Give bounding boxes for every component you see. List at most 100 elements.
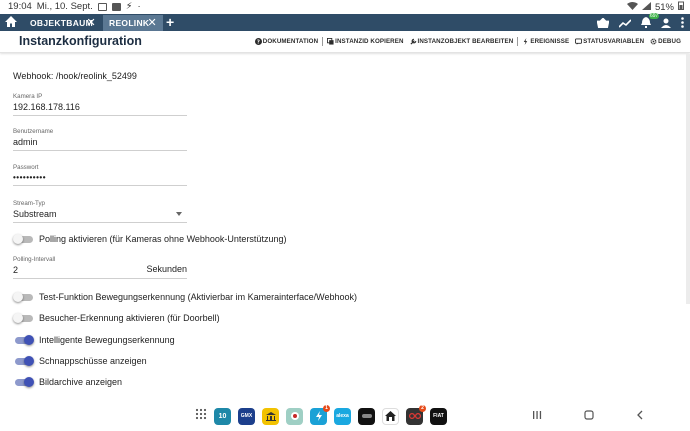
polling-toggle-row[interactable]: Polling aktivieren (für Kameras ohne Web… <box>13 233 286 245</box>
state-variables-button[interactable]: STATUSVARIABLEN <box>572 38 647 45</box>
username-field[interactable]: Benutzername admin <box>13 128 187 151</box>
events-button[interactable]: EREIGNISSE <box>519 38 572 45</box>
fiat-label: FIAT <box>433 413 444 419</box>
divider <box>322 37 324 46</box>
gmx-app-icon[interactable]: GMX <box>238 407 255 425</box>
toggle-label: Intelligente Bewegungserkennung <box>39 335 175 345</box>
header-actions: ? DOKUMENTATION INSTANZID KOPIEREN INSTA… <box>252 37 684 46</box>
camera-app-icon[interactable] <box>286 407 303 425</box>
interval-unit: Sekunden <box>146 264 187 274</box>
more-dots-icon: · <box>137 1 141 12</box>
message-icon <box>575 38 583 45</box>
svg-text:?: ? <box>257 40 260 45</box>
alexa-app-icon[interactable]: alexa <box>334 407 351 425</box>
app-drawer-icon[interactable] <box>195 407 207 425</box>
wifi-icon <box>626 1 638 13</box>
webhook-info: Webhook: /hook/reolink_52499 <box>13 71 137 81</box>
camera-ip-input[interactable]: 192.168.178.116 <box>13 102 187 115</box>
field-label: Passwort <box>13 164 39 171</box>
documentation-button[interactable]: ? DOKUMENTATION <box>252 38 321 45</box>
battery-icon <box>678 1 684 13</box>
lightning-app-icon[interactable]: 1 <box>310 404 330 425</box>
close-icon[interactable]: ✕ <box>86 16 96 29</box>
dropdown-caret-icon[interactable] <box>176 212 182 216</box>
stream-type-value: Substream <box>13 209 57 219</box>
calendar-app-icon[interactable]: 10 <box>214 407 231 425</box>
smart-motion-switch[interactable] <box>13 334 34 346</box>
battery-level: 51% <box>654 1 674 13</box>
system-status-bar: 19:04 Mi., 10. Sept. ⚡ · 51% <box>0 0 690 14</box>
bolt-icon: ⚡ <box>125 1 133 12</box>
archive-toggle-row[interactable]: Bildarchive anzeigen <box>13 376 122 388</box>
tab-reolink[interactable]: REOLINK ✕ <box>103 15 163 31</box>
calendar-day: 10 <box>218 412 227 420</box>
notification-count: 697 <box>649 13 660 19</box>
tab-label: REOLINK <box>109 18 150 28</box>
camera-ip-field[interactable]: Kamera IP 192.168.178.116 <box>13 93 187 116</box>
events-label: EREIGNISSE <box>530 38 570 45</box>
copy-instance-id-label: INSTANZID KOPIEREN <box>335 38 404 45</box>
notification-badge: 1 <box>323 404 330 412</box>
add-tab-button[interactable]: + <box>166 14 174 30</box>
tab-bar: OBJEKTBAUM ✕ REOLINK ✕ + 697 <box>0 13 690 31</box>
test-motion-switch[interactable] <box>13 291 34 303</box>
museum-app-icon[interactable] <box>262 407 279 425</box>
smarthome-app-icon[interactable] <box>382 407 399 425</box>
home-icon[interactable] <box>4 15 20 30</box>
edit-instance-object-button[interactable]: INSTANZOBJEKT BEARBEITEN <box>407 38 517 45</box>
edit-instance-object-label: INSTANZOBJEKT BEARBEITEN <box>417 38 514 45</box>
archive-switch[interactable] <box>13 376 34 388</box>
smart-motion-toggle-row[interactable]: Intelligente Bewegungserkennung <box>13 334 175 346</box>
fiat-app-icon[interactable]: FIAT <box>430 407 447 425</box>
toggle-label: Schnappschüsse anzeigen <box>39 356 147 366</box>
polling-switch[interactable] <box>13 233 34 245</box>
help-icon: ? <box>254 38 262 45</box>
alexa-label: alexa <box>336 413 349 419</box>
snapshots-switch[interactable] <box>13 355 34 367</box>
scrollbar[interactable] <box>686 54 690 304</box>
copy-icon <box>327 38 334 45</box>
password-field[interactable]: Passwort •••••••••• <box>13 164 187 186</box>
password-input[interactable]: •••••••••• <box>13 173 187 185</box>
field-label: Stream-Typ <box>13 200 45 207</box>
system-navigation-bar: 10 GMX 1 alexa 2 FIAT <box>0 403 690 431</box>
snapshots-toggle-row[interactable]: Schnappschüsse anzeigen <box>13 355 147 367</box>
polling-interval-field[interactable]: Polling-Intervall 2 Sekunden <box>13 256 187 279</box>
field-label: Polling-Intervall <box>13 256 56 263</box>
close-icon[interactable]: ✕ <box>147 16 157 29</box>
divider <box>517 37 519 46</box>
glasses-app-icon[interactable]: 2 <box>406 404 426 425</box>
visitor-toggle-row[interactable]: Besucher-Erkennung aktivieren (für Doorb… <box>13 312 220 324</box>
recents-icon[interactable] <box>532 409 542 423</box>
field-label: Benutzername <box>13 128 54 135</box>
home-nav-icon[interactable] <box>584 409 594 423</box>
stream-type-select[interactable]: Stream-Typ Substream <box>13 200 187 223</box>
copy-instance-id-button[interactable]: INSTANZID KOPIEREN <box>324 38 406 45</box>
wrench-icon <box>409 38 416 45</box>
username-input[interactable]: admin <box>13 137 187 150</box>
state-variables-label: STATUSVARIABLEN <box>583 38 645 45</box>
visitor-switch[interactable] <box>13 312 34 324</box>
gmx-label: GMX <box>240 413 253 419</box>
toggle-label: Bildarchive anzeigen <box>39 377 123 387</box>
toggle-label: Besucher-Erkennung aktivieren (für Doorb… <box>39 313 220 323</box>
app-dock: 10 GMX 1 alexa 2 FIAT <box>195 404 447 425</box>
date: Mi., 10. Sept. <box>36 1 93 12</box>
test-motion-toggle-row[interactable]: Test-Funktion Bewegungserkennung (Aktivi… <box>13 291 357 303</box>
tab-label: OBJEKTBAUM <box>30 18 93 28</box>
config-form: Webhook: /hook/reolink_52499 Kamera IP 1… <box>0 54 690 403</box>
signal-icon <box>641 1 651 13</box>
youtube-icon <box>111 2 121 11</box>
clock: 19:04 <box>8 1 32 12</box>
gear-icon <box>650 38 657 45</box>
tab-objektbaum[interactable]: OBJEKTBAUM ✕ <box>22 15 102 31</box>
notification-badge: 2 <box>419 404 426 412</box>
debug-label: DEBUG <box>658 38 681 45</box>
gallery-icon <box>97 2 107 11</box>
page-title: Instanzkonfiguration <box>19 34 142 48</box>
lightning-icon <box>524 38 528 45</box>
field-label: Kamera IP <box>13 93 43 100</box>
back-icon[interactable] <box>636 409 644 423</box>
dark-app-icon[interactable] <box>358 407 375 425</box>
debug-button[interactable]: DEBUG <box>647 38 684 45</box>
